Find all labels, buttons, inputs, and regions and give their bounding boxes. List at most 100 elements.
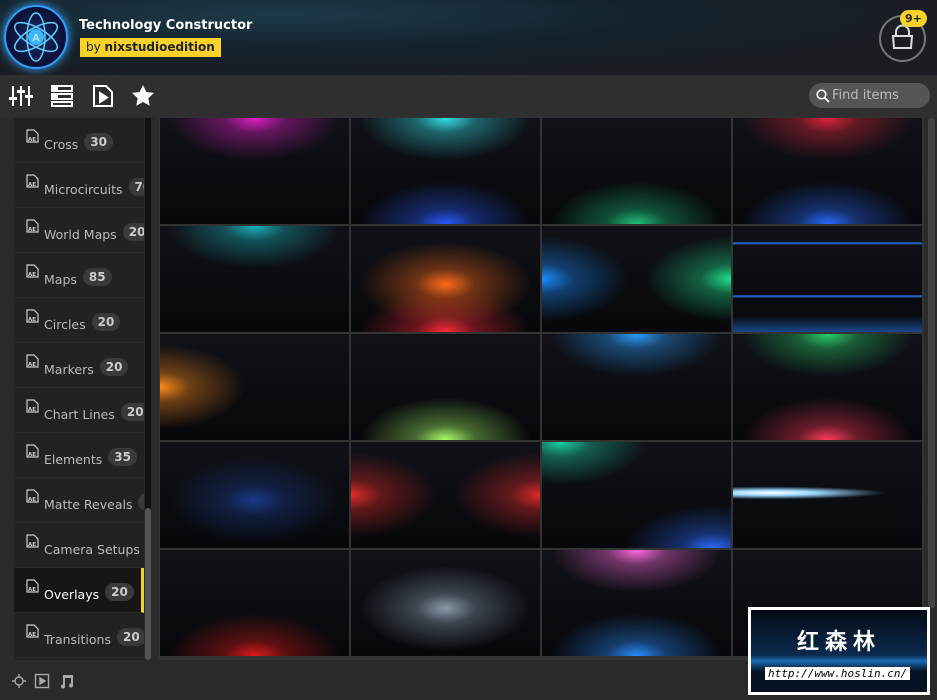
category-count: 35 [108,448,137,466]
watermark: 红森林 http://www.hoslin.cn/ [748,607,930,695]
overlay-thumbnail[interactable] [160,442,349,548]
category-item[interactable]: AE Elements 35 [14,433,144,478]
svg-text:AE: AE [28,587,36,593]
ae-file-icon: AE [26,174,39,188]
svg-text:AE: AE [28,362,36,368]
header: A Technology Constructor by nixstudioedi… [0,0,937,75]
grid-scrollbar[interactable] [928,118,935,608]
category-count: 20 [120,403,144,421]
svg-text:AE: AE [28,407,36,413]
category-item[interactable]: AE Maps 85 [14,253,144,298]
overlay-thumbnail[interactable] [733,226,922,332]
3d-object-icon[interactable] [11,673,27,689]
category-label: Maps 85 [44,268,112,289]
category-count: 30 [84,133,113,151]
overlay-thumbnail[interactable] [542,226,731,332]
category-item[interactable]: AE Matte Reveals10 [14,478,144,523]
category-label: Matte Reveals10 [44,493,144,514]
category-count: 20 [105,583,134,601]
video-file-icon[interactable] [91,84,115,108]
category-item[interactable]: AE Markers 20 [14,343,144,388]
ae-file-icon: AE [26,354,39,368]
video-icon[interactable] [34,673,50,689]
author-name: nixstudioedition [104,40,215,54]
ae-file-icon: AE [26,444,39,458]
category-label: Elements 35 [44,448,137,469]
svg-text:AE: AE [28,317,36,323]
category-label: Circles 20 [44,313,121,334]
list-icon[interactable] [50,84,74,108]
overlay-thumbnail[interactable] [351,226,540,332]
ae-file-icon: AE [26,579,39,593]
category-item[interactable]: AE Camera Setups20 [14,523,144,568]
author-badge[interactable]: by nixstudioedition [80,38,221,57]
category-label: Camera Setups20 [44,541,144,559]
overlay-thumbnail[interactable] [160,550,349,656]
category-count: 20 [91,313,121,331]
category-count: 20 [99,358,129,376]
app-title: Technology Constructor [79,18,253,33]
category-item[interactable]: AE World Maps 20 [14,208,144,253]
category-item[interactable]: AE Transitions 20 [14,613,144,658]
category-label: Markers 20 [44,358,129,379]
app-logo: A [4,5,68,69]
category-label: Cross 30 [44,133,113,154]
sliders-icon[interactable] [9,84,33,108]
category-label: World Maps 20 [44,223,144,244]
category-item[interactable]: AE Cross 30 [14,118,144,163]
svg-text:AE: AE [28,497,36,503]
overlay-thumbnail[interactable] [351,334,540,440]
svg-text:AE: AE [28,182,36,188]
overlay-thumbnail[interactable] [351,118,540,224]
watermark-url: http://www.hoslin.cn/ [765,667,911,680]
ae-file-icon: AE [26,534,39,548]
category-item[interactable]: AE Microcircuits70 [14,163,144,208]
category-item[interactable]: AE Overlays 20 [14,568,144,613]
svg-text:AE: AE [28,542,36,548]
search-placeholder: Find items [832,88,899,103]
svg-text:AE: AE [28,137,36,143]
overlay-thumbnail[interactable] [542,118,731,224]
overlay-thumbnail[interactable] [160,118,349,224]
music-icon[interactable] [58,673,74,689]
overlay-thumbnail[interactable] [733,334,922,440]
ae-file-icon: AE [26,309,39,323]
overlay-thumbnail[interactable] [351,550,540,656]
svg-text:AE: AE [28,452,36,458]
overlay-thumbnail[interactable] [160,334,349,440]
category-count: 10 [138,493,144,511]
category-count: 70 [128,178,144,196]
category-label: Transitions 20 [44,628,144,649]
ae-file-icon: AE [26,264,39,278]
thumbnail-grid [159,117,924,660]
ae-file-icon: AE [26,129,39,143]
search-icon [816,89,830,103]
category-label: Microcircuits70 [44,178,144,199]
category-list: AE Cross30 AE Microcircuits70 AE World Maps20… [14,118,144,660]
star-icon[interactable] [131,84,155,108]
category-count: 20 [116,628,144,646]
svg-text:A: A [33,33,40,44]
overlay-thumbnail[interactable] [542,442,731,548]
overlay-thumbnail[interactable] [542,334,731,440]
overlay-thumbnail[interactable] [160,226,349,332]
search-input[interactable]: Find items [809,83,930,108]
overlay-thumbnail[interactable] [733,118,922,224]
toolbar: Find items [0,75,937,117]
svg-text:AE: AE [28,632,36,638]
ae-file-icon: AE [26,489,39,503]
category-label: Overlays 20 [44,583,134,604]
overlay-thumbnail[interactable] [351,442,540,548]
overlay-thumbnail[interactable] [542,550,731,656]
sidebar-scrollbar-thumb[interactable] [145,508,151,660]
watermark-text: 红森林 [796,630,881,655]
category-count: 20 [122,223,144,241]
category-item[interactable]: AE Circles 20 [14,298,144,343]
ae-file-icon: AE [26,399,39,413]
category-count: 85 [82,268,112,286]
category-item[interactable]: AE Chart Lines 20 [14,388,144,433]
ae-file-icon: AE [26,219,39,233]
cart-count-badge: 9+ [900,10,927,27]
overlay-thumbnail[interactable] [733,442,922,548]
svg-text:AE: AE [28,272,36,278]
